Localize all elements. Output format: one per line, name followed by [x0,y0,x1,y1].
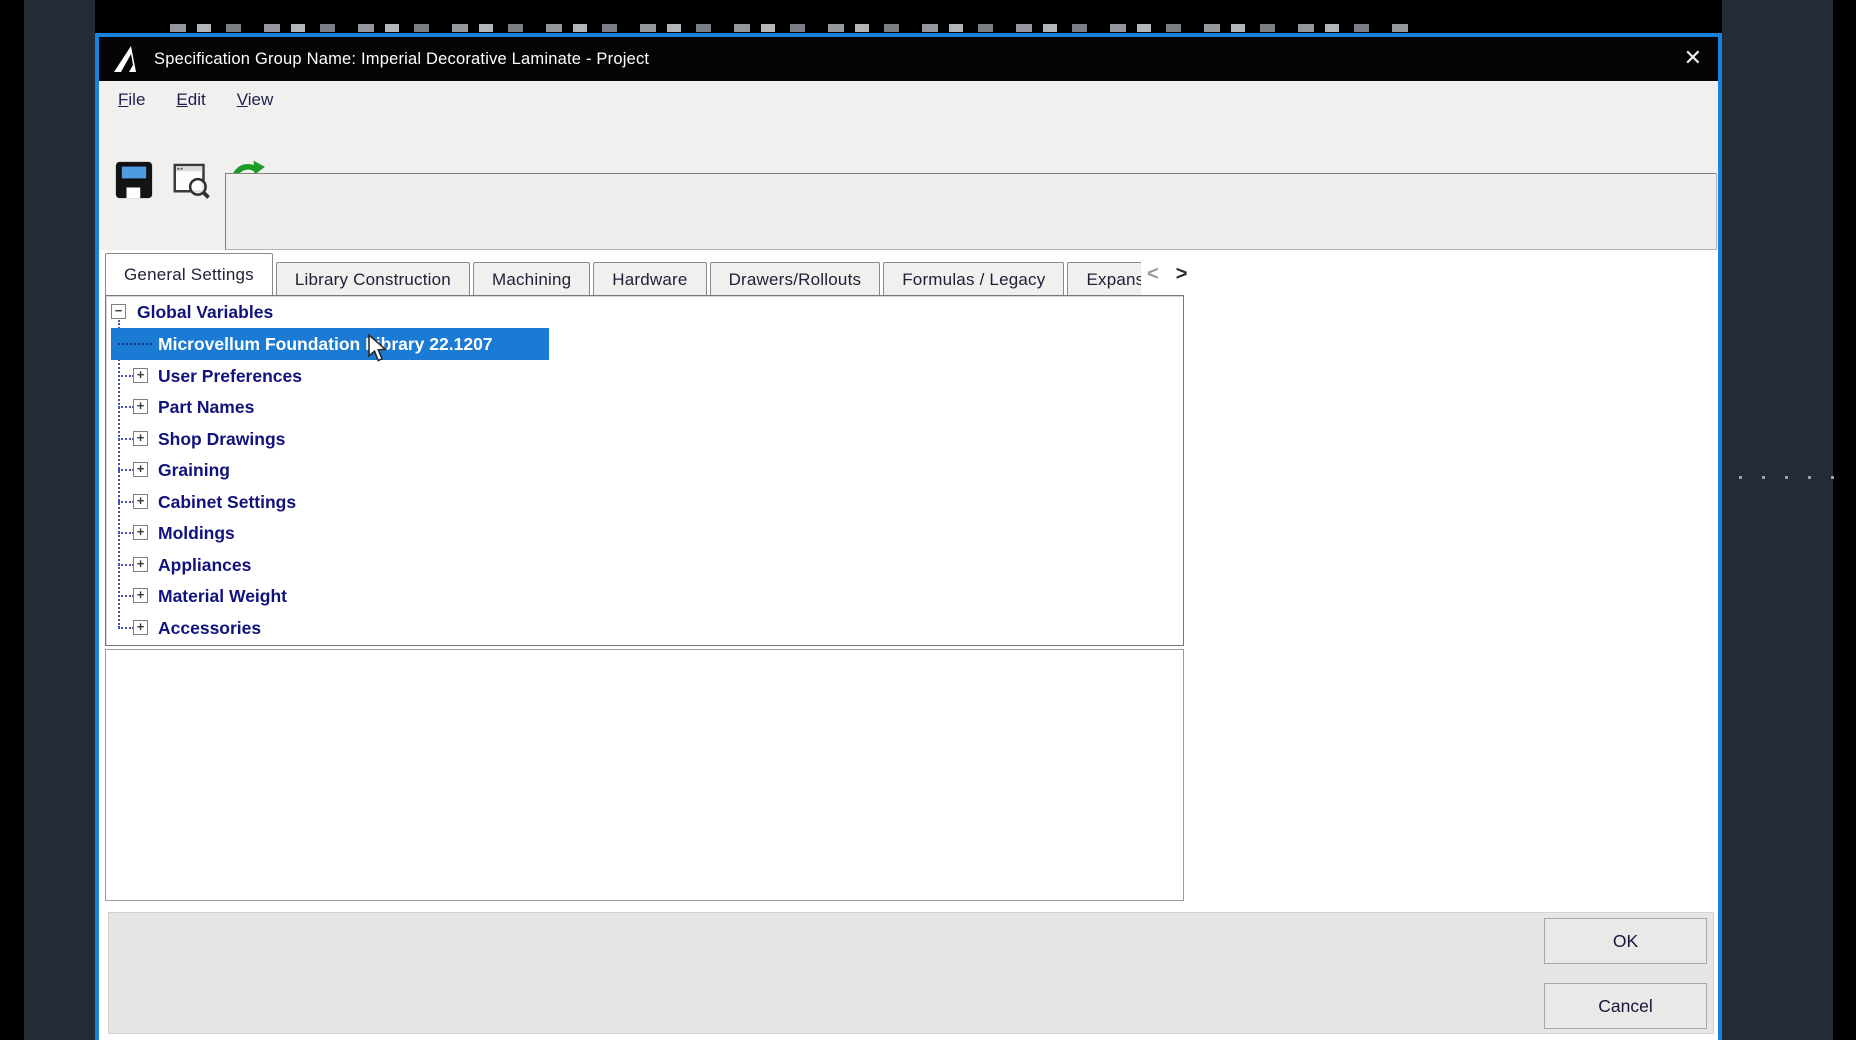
tree-item-label: Part Names [158,397,255,417]
tab-general-settings[interactable]: General Settings [105,253,273,295]
tree-item-label: Microvellum Foundation Library 22.1207 [158,334,493,354]
tree-item-user-preferences[interactable]: + User Preferences [106,360,1183,392]
tab-drawers-rollouts[interactable]: Drawers/Rollouts [709,262,881,295]
tree-item-label: Cabinet Settings [158,492,297,512]
tab-strip: General Settings Library Construction Ma… [105,252,1141,295]
tree-item-label: Shop Drawings [158,429,286,449]
desktop-right-strip [1722,0,1833,1040]
info-panel [225,173,1717,250]
tab-machining[interactable]: Machining [472,262,591,295]
tree-stub [118,343,152,345]
menu-bar: File Edit View [118,81,273,118]
tree-item-cabinet-settings[interactable]: + Cabinet Settings [106,486,1183,518]
tab-library-construction[interactable]: Library Construction [275,262,470,295]
tree-item-label: Global Variables [137,302,274,322]
background-window-toolbar-edge [170,24,1410,32]
tree-item-moldings[interactable]: + Moldings [106,517,1183,549]
dialog-button-bar: OK Cancel [108,912,1714,1034]
tree-item-accessories[interactable]: + Accessories [106,612,1183,644]
tree-stub [118,406,134,408]
expand-toggle[interactable]: + [133,399,148,414]
tree-stub [118,595,134,597]
tab-expansion[interactable]: Expansion [1067,262,1141,295]
tab-scroll-buttons: < > [1147,263,1187,286]
empty-detail-panel [105,649,1184,901]
expand-toggle[interactable]: + [133,494,148,509]
tree-item-label: User Preferences [158,366,302,386]
tree-item-graining[interactable]: + Graining [106,454,1183,486]
collapse-toggle[interactable]: − [111,304,126,319]
title-bar: Specification Group Name: Imperial Decor… [99,37,1718,81]
tree-stub [118,532,134,534]
tree-item-label: Appliances [158,555,252,575]
settings-tree: − Global Variables Microvellum Foundatio… [105,295,1184,646]
cancel-button[interactable]: Cancel [1544,983,1707,1029]
menu-view[interactable]: View [237,90,274,110]
expand-toggle[interactable]: + [133,462,148,477]
save-button[interactable] [113,159,155,201]
tree-stub [118,375,134,377]
print-preview-icon [173,163,210,199]
menu-file[interactable]: File [118,90,145,110]
floppy-disk-icon [115,161,153,199]
tree-item-label: Accessories [158,618,262,638]
spec-group-dialog: Specification Group Name: Imperial Decor… [95,33,1722,1040]
expand-toggle[interactable]: + [133,431,148,446]
tree-stub [118,438,134,440]
tree-stub [118,501,134,503]
tree-stub [118,564,134,566]
tree-stub [118,469,134,471]
tree-item-label: Moldings [158,523,235,543]
tab-hardware[interactable]: Hardware [593,262,707,295]
tree-item-part-names[interactable]: + Part Names [106,391,1183,423]
menu-edit[interactable]: Edit [176,90,205,110]
tab-formulas-legacy[interactable]: Formulas / Legacy [883,262,1065,295]
tree-item-label: Material Weight [158,586,288,606]
expand-toggle[interactable]: + [133,368,148,383]
expand-toggle[interactable]: + [133,620,148,635]
tree-item-foundation-library[interactable]: Microvellum Foundation Library 22.1207 [106,328,1183,360]
tree-item-appliances[interactable]: + Appliances [106,549,1183,581]
close-button[interactable]: ✕ [1684,45,1702,71]
expand-toggle[interactable]: + [133,525,148,540]
expand-toggle[interactable]: + [133,557,148,572]
tree-item-shop-drawings[interactable]: + Shop Drawings [106,423,1183,455]
microvellum-logo-icon [114,46,136,72]
expand-toggle[interactable]: + [133,588,148,603]
tree-stub [118,627,134,629]
desktop-background: Specification Group Name: Imperial Decor… [0,0,1856,1040]
ok-button[interactable]: OK [1544,918,1707,964]
print-preview-button[interactable] [170,159,212,201]
tab-scroll-left-button[interactable]: < [1147,263,1159,286]
tree-item-label: Graining [158,460,230,480]
dialog-title: Specification Group Name: Imperial Decor… [154,49,650,68]
mouse-cursor-icon [368,334,388,362]
background-canvas-dots [1739,476,1837,479]
desktop-left-strip [24,0,95,1040]
tab-scroll-right-button[interactable]: > [1176,263,1188,286]
tree-item-material-weight[interactable]: + Material Weight [106,580,1183,612]
tree-item-global-variables[interactable]: − Global Variables [106,296,1183,328]
